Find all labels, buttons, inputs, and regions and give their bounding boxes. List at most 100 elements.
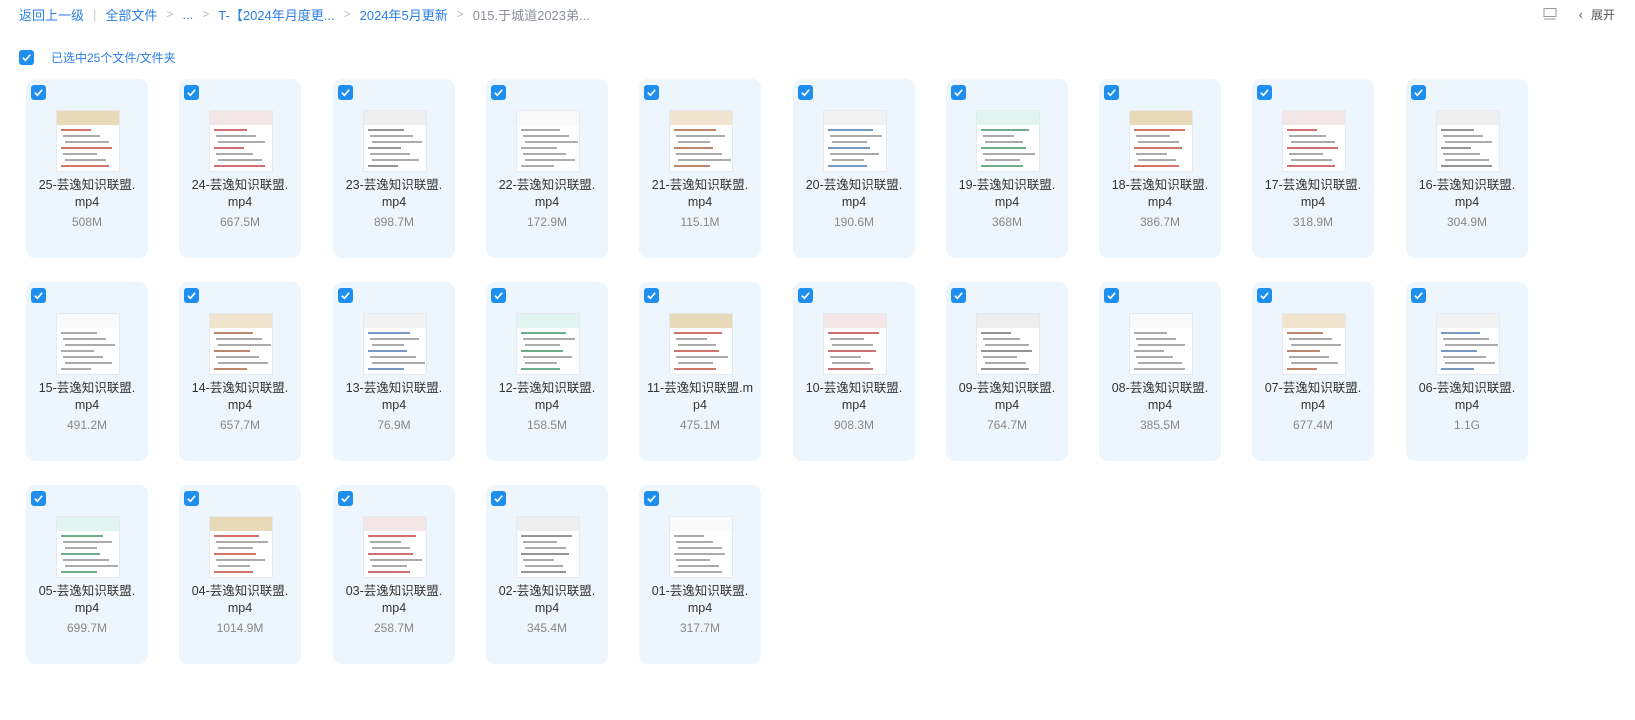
file-name: 22-芸逸知识联盟. mp4 — [490, 177, 604, 211]
file-checkbox[interactable] — [1411, 85, 1426, 100]
file-checkbox[interactable] — [1411, 288, 1426, 303]
chevron-left-icon[interactable]: ‹ — [1579, 7, 1583, 22]
file-card[interactable]: 10-芸逸知识联盟. mp4 908.3M — [793, 282, 915, 461]
file-card[interactable]: 17-芸逸知识联盟. mp4 318.9M — [1252, 79, 1374, 258]
video-thumbnail — [364, 314, 426, 374]
file-card[interactable]: 14-芸逸知识联盟. mp4 657.7M — [179, 282, 301, 461]
select-all-checkbox[interactable] — [19, 50, 34, 65]
file-checkbox[interactable] — [1257, 288, 1272, 303]
file-card[interactable]: 20-芸逸知识联盟. mp4 190.6M — [793, 79, 915, 258]
file-size: 1.1G — [1453, 418, 1480, 432]
file-checkbox[interactable] — [951, 85, 966, 100]
file-card[interactable]: 21-芸逸知识联盟. mp4 115.1M — [639, 79, 761, 258]
breadcrumb-ellipsis[interactable]: ... — [182, 7, 193, 22]
back-link[interactable]: 返回上一级 — [19, 5, 84, 24]
file-name-line2: mp4 — [534, 398, 560, 412]
file-checkbox[interactable] — [798, 288, 813, 303]
file-name-line1: 08-芸逸知识联盟. — [1111, 381, 1209, 395]
video-thumbnail — [1283, 314, 1345, 374]
file-size: 304.9M — [1446, 215, 1488, 229]
file-checkbox[interactable] — [184, 491, 199, 506]
file-checkbox[interactable] — [644, 85, 659, 100]
file-card[interactable]: 15-芸逸知识联盟. mp4 491.2M — [26, 282, 148, 461]
file-name-line2: mp4 — [1147, 195, 1173, 209]
file-name-line1: 07-芸逸知识联盟. — [1264, 381, 1362, 395]
file-card[interactable]: 09-芸逸知识联盟. mp4 764.7M — [946, 282, 1068, 461]
video-thumbnail — [824, 314, 886, 374]
file-checkbox[interactable] — [338, 491, 353, 506]
file-card[interactable]: 22-芸逸知识联盟. mp4 172.9M — [486, 79, 608, 258]
list-view-icon[interactable] — [1543, 8, 1557, 20]
file-checkbox[interactable] — [1104, 288, 1119, 303]
file-name: 10-芸逸知识联盟. mp4 — [797, 380, 911, 414]
breadcrumb-folder-monthly[interactable]: T-【2024年月度更... — [218, 5, 334, 24]
file-checkbox[interactable] — [644, 288, 659, 303]
file-checkbox[interactable] — [1257, 85, 1272, 100]
file-checkbox[interactable] — [31, 85, 46, 100]
file-name-line1: 18-芸逸知识联盟. — [1111, 178, 1209, 192]
file-card[interactable]: 05-芸逸知识联盟. mp4 699.7M — [26, 485, 148, 664]
file-name-line1: 11-芸逸知识联盟.m — [646, 381, 754, 395]
breadcrumb-all-files[interactable]: 全部文件 — [105, 5, 157, 24]
file-name-line1: 12-芸逸知识联盟. — [498, 381, 596, 395]
file-checkbox[interactable] — [338, 288, 353, 303]
file-name: 02-芸逸知识联盟. mp4 — [490, 583, 604, 617]
file-checkbox[interactable] — [31, 491, 46, 506]
file-checkbox[interactable] — [951, 288, 966, 303]
file-card[interactable]: 08-芸逸知识联盟. mp4 385.5M — [1099, 282, 1221, 461]
file-checkbox[interactable] — [644, 491, 659, 506]
file-card[interactable]: 23-芸逸知识联盟. mp4 898.7M — [333, 79, 455, 258]
file-card[interactable]: 07-芸逸知识联盟. mp4 677.4M — [1252, 282, 1374, 461]
file-name-line1: 14-芸逸知识联盟. — [191, 381, 289, 395]
file-name-line2: mp4 — [1454, 195, 1480, 209]
file-checkbox[interactable] — [491, 491, 506, 506]
file-name: 07-芸逸知识联盟. mp4 — [1256, 380, 1370, 414]
file-checkbox[interactable] — [184, 288, 199, 303]
file-name-line1: 06-芸逸知识联盟. — [1418, 381, 1516, 395]
file-name: 25-芸逸知识联盟. mp4 — [30, 177, 144, 211]
file-card[interactable]: 24-芸逸知识联盟. mp4 667.5M — [179, 79, 301, 258]
file-checkbox[interactable] — [338, 85, 353, 100]
file-size: 385.5M — [1139, 418, 1181, 432]
file-name-line1: 05-芸逸知识联盟. — [38, 584, 136, 598]
file-size: 764.7M — [986, 418, 1028, 432]
file-card[interactable]: 01-芸逸知识联盟. mp4 317.7M — [639, 485, 761, 664]
file-card[interactable]: 18-芸逸知识联盟. mp4 386.7M — [1099, 79, 1221, 258]
video-thumbnail — [670, 517, 732, 577]
file-checkbox[interactable] — [184, 85, 199, 100]
file-name-line2: mp4 — [381, 601, 407, 615]
file-name-line2: mp4 — [227, 601, 253, 615]
file-name: 09-芸逸知识联盟. mp4 — [950, 380, 1064, 414]
file-checkbox[interactable] — [491, 85, 506, 100]
file-name: 05-芸逸知识联盟. mp4 — [30, 583, 144, 617]
file-card[interactable]: 19-芸逸知识联盟. mp4 368M — [946, 79, 1068, 258]
file-checkbox[interactable] — [1104, 85, 1119, 100]
file-name: 06-芸逸知识联盟. mp4 — [1410, 380, 1524, 414]
file-name-line1: 16-芸逸知识联盟. — [1418, 178, 1516, 192]
file-card[interactable]: 16-芸逸知识联盟. mp4 304.9M — [1406, 79, 1528, 258]
selection-bar: 已选中25个文件/文件夹 — [19, 49, 176, 66]
file-checkbox[interactable] — [798, 85, 813, 100]
file-name-line2: mp4 — [841, 398, 867, 412]
file-size: 677.4M — [1292, 418, 1334, 432]
file-card[interactable]: 12-芸逸知识联盟. mp4 158.5M — [486, 282, 608, 461]
breadcrumb-folder-may[interactable]: 2024年5月更新 — [360, 5, 448, 24]
file-card[interactable]: 06-芸逸知识联盟. mp4 1.1G — [1406, 282, 1528, 461]
video-thumbnail — [670, 314, 732, 374]
file-card[interactable]: 25-芸逸知识联盟. mp4 508M — [26, 79, 148, 258]
chevron-right-icon: > — [456, 7, 464, 21]
file-size: 508M — [71, 215, 103, 229]
file-checkbox[interactable] — [31, 288, 46, 303]
expand-button[interactable]: 展开 — [1591, 6, 1615, 23]
file-card[interactable]: 03-芸逸知识联盟. mp4 258.7M — [333, 485, 455, 664]
file-card[interactable]: 13-芸逸知识联盟. mp4 76.9M — [333, 282, 455, 461]
file-name: 23-芸逸知识联盟. mp4 — [337, 177, 451, 211]
file-card[interactable]: 04-芸逸知识联盟. mp4 1014.9M — [179, 485, 301, 664]
file-card[interactable]: 11-芸逸知识联盟.m p4 475.1M — [639, 282, 761, 461]
file-card[interactable]: 02-芸逸知识联盟. mp4 345.4M — [486, 485, 608, 664]
file-name-line2: mp4 — [994, 195, 1020, 209]
file-checkbox[interactable] — [491, 288, 506, 303]
chevron-right-icon: > — [343, 7, 351, 21]
file-name: 16-芸逸知识联盟. mp4 — [1410, 177, 1524, 211]
breadcrumb-current-folder: 015.于城道2023弟... — [472, 7, 590, 23]
